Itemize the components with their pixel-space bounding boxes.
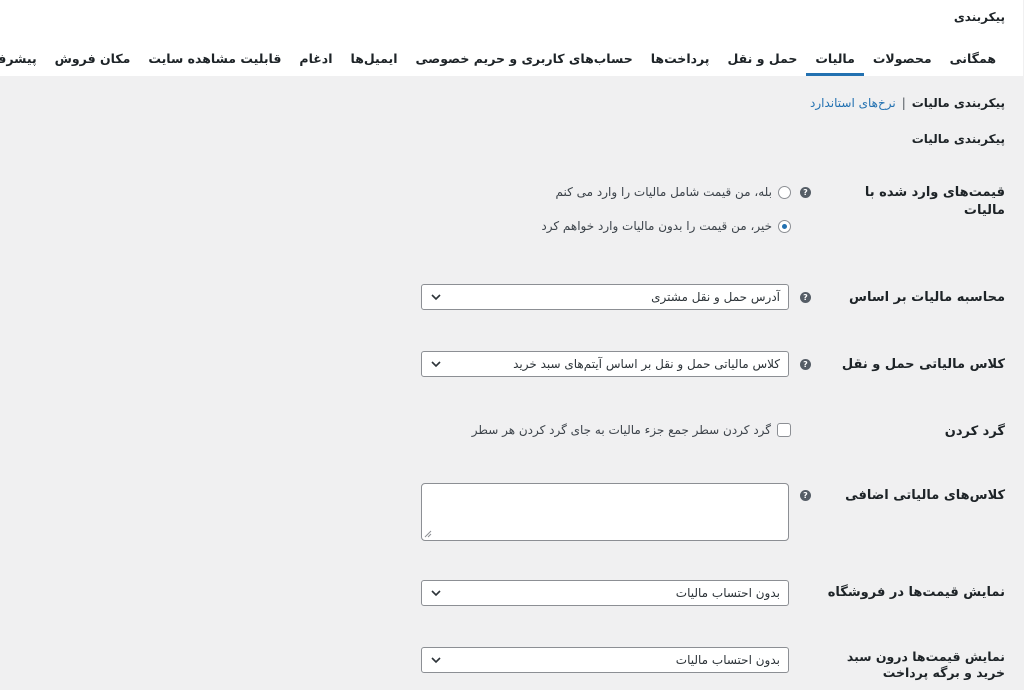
display-cart-select[interactable]: بدون احتساب مالیات	[422, 647, 790, 673]
radio-prices-exclude-tax[interactable]	[779, 219, 792, 233]
help-icon[interactable]: ?	[801, 490, 812, 501]
tab-general[interactable]: همگانی	[942, 50, 1006, 76]
calc-based-on-label: محاسبه مالیات بر اساس	[850, 290, 1006, 305]
rounding-option[interactable]: گرد کردن سطر جمع جزء مالیات به جای گرد ک…	[473, 423, 792, 437]
help-icon[interactable]: ?	[801, 359, 812, 370]
display-shop-value: بدون احتساب مالیات	[676, 586, 781, 600]
subnav-current: پیکربندی مالیات	[912, 96, 1006, 110]
calc-based-on-value: آدرس حمل و نقل مشتری	[652, 290, 781, 304]
radio-prices-include-tax[interactable]	[779, 185, 792, 199]
chevron-down-icon	[432, 657, 442, 664]
tab-tax[interactable]: مالیات	[807, 50, 865, 76]
tab-advanced[interactable]: پیشرفته	[0, 50, 47, 76]
display-shop-select[interactable]: بدون احتساب مالیات	[422, 580, 790, 606]
tab-shipping[interactable]: حمل و نقل	[720, 50, 808, 76]
subnav-separator: |	[902, 96, 907, 110]
tab-accounts-privacy[interactable]: حساب‌های کاربری و حریم خصوصی	[407, 50, 642, 76]
page-title: پیکربندی	[954, 10, 1006, 24]
settings-tabs: همگانی محصولات مالیات حمل و نقل پرداخت‌ه…	[0, 50, 1006, 76]
display-shop-label: نمایش قیمت‌ها در فروشگاه	[828, 585, 1006, 600]
tab-point-of-sale[interactable]: مکان فروش	[47, 50, 141, 76]
help-icon[interactable]: ?	[801, 187, 812, 198]
help-icon[interactable]: ?	[801, 292, 812, 303]
additional-classes-textarea[interactable]	[422, 483, 790, 541]
chevron-down-icon	[432, 294, 442, 301]
chevron-down-icon	[432, 361, 442, 368]
shipping-tax-class-value: کلاس مالیاتی حمل و نقل بر اساس آیتم‌های …	[514, 357, 781, 371]
rounding-checkbox[interactable]	[778, 423, 792, 437]
shipping-tax-class-select[interactable]: کلاس مالیاتی حمل و نقل بر اساس آیتم‌های …	[422, 351, 790, 377]
tab-integration[interactable]: ادغام	[291, 50, 342, 76]
display-cart-label: نمایش قیمت‌ها درون سبد خرید و برگه پرداخ…	[847, 649, 1006, 680]
rounding-checkbox-label: گرد کردن سطر جمع جزء مالیات به جای گرد ک…	[472, 423, 772, 437]
tab-payments[interactable]: پرداخت‌ها	[643, 50, 720, 76]
tab-products[interactable]: محصولات	[865, 50, 942, 76]
calc-based-on-select[interactable]: آدرس حمل و نقل مشتری	[422, 284, 790, 310]
chevron-down-icon	[432, 590, 442, 597]
resize-grip-icon[interactable]	[425, 530, 433, 538]
rounding-label: گرد کردن	[945, 424, 1006, 439]
prices-exclude-tax-label: خیر، من قیمت را بدون مالیات وارد خواهم ک…	[542, 219, 773, 233]
prices-include-tax-option[interactable]: بله، من قیمت شامل مالیات را وارد می کنم	[557, 185, 792, 199]
shipping-tax-class-label: کلاس مالیاتی حمل و نقل	[842, 357, 1006, 372]
tab-site-visibility[interactable]: قابلیت مشاهده سایت	[140, 50, 291, 76]
prices-exclude-tax-option[interactable]: خیر، من قیمت را بدون مالیات وارد خواهم ک…	[542, 219, 792, 233]
tab-emails[interactable]: ایمیل‌ها	[343, 50, 408, 76]
tax-subnav: پیکربندی مالیات | نرخ‌های استاندارد	[811, 96, 1006, 110]
standard-rates-link[interactable]: نرخ‌های استاندارد	[811, 96, 897, 110]
prices-include-tax-label: بله، من قیمت شامل مالیات را وارد می کنم	[556, 185, 773, 199]
prices-entered-label: قیمت‌های وارد شده با مالیات	[865, 185, 1006, 218]
display-cart-value: بدون احتساب مالیات	[676, 653, 781, 667]
top-header: پیکربندی همگانی محصولات مالیات حمل و نقل…	[0, 0, 1024, 76]
section-title: پیکربندی مالیات	[912, 132, 1006, 146]
additional-classes-label: کلاس‌های مالیاتی اضافی	[846, 488, 1006, 503]
